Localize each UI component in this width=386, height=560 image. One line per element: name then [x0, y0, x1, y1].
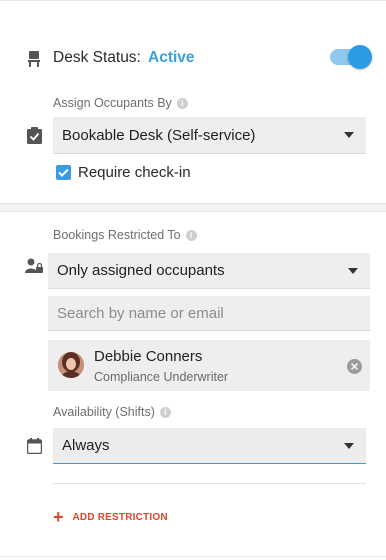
assign-occupants-select[interactable]: Bookable Desk (Self-service): [53, 117, 366, 154]
availability-label: Availability (Shifts) i: [53, 405, 171, 419]
availability-label-text: Availability (Shifts): [53, 405, 155, 419]
desk-status-label: Desk Status:: [53, 49, 141, 66]
info-icon[interactable]: i: [159, 406, 171, 418]
require-checkin-label[interactable]: Require check-in: [78, 164, 191, 181]
bookings-restricted-value: Only assigned occupants: [57, 262, 225, 279]
add-restriction-button[interactable]: + ADD RESTRICTION: [53, 508, 168, 526]
toggle-knob: [348, 45, 372, 69]
list-divider: [53, 483, 366, 484]
occupant-title: Compliance Underwriter: [94, 370, 229, 384]
add-restriction-label: ADD RESTRICTION: [72, 511, 168, 523]
occupant-chip: Debbie Conners Compliance Underwriter: [48, 340, 370, 391]
bookings-restricted-select[interactable]: Only assigned occupants: [48, 253, 370, 289]
desk-status-value: Active: [148, 49, 195, 66]
chevron-down-icon: [344, 442, 354, 449]
search-occupant-input[interactable]: Search by name or email: [48, 296, 370, 331]
require-checkin-checkbox[interactable]: [56, 165, 71, 180]
info-icon[interactable]: i: [185, 229, 197, 241]
assign-occupants-value: Bookable Desk (Self-service): [62, 126, 256, 144]
calendar-icon: [26, 438, 43, 455]
availability-select[interactable]: Always: [53, 428, 366, 464]
top-border: [0, 0, 386, 1]
availability-value: Always: [62, 437, 110, 454]
bookings-restricted-label-text: Bookings Restricted To: [53, 228, 181, 242]
chevron-down-icon: [348, 267, 358, 274]
person-lock-icon: [25, 258, 43, 274]
chevron-down-icon: [344, 132, 354, 138]
search-placeholder: Search by name or email: [57, 304, 224, 322]
assign-occupants-label-text: Assign Occupants By: [53, 96, 172, 110]
plus-icon: +: [53, 507, 64, 527]
info-icon[interactable]: i: [176, 97, 188, 109]
clipboard-check-icon: [27, 127, 42, 144]
bookings-restricted-label: Bookings Restricted To i: [53, 228, 197, 242]
section-divider: [0, 203, 386, 212]
assign-occupants-label: Assign Occupants By i: [53, 96, 188, 110]
occupant-name: Debbie Conners: [94, 348, 203, 365]
bottom-border: [0, 556, 386, 557]
desk-chair-icon: [27, 51, 41, 67]
clear-icon[interactable]: [347, 359, 362, 374]
desk-status-toggle[interactable]: [330, 45, 372, 69]
avatar: [58, 352, 84, 378]
